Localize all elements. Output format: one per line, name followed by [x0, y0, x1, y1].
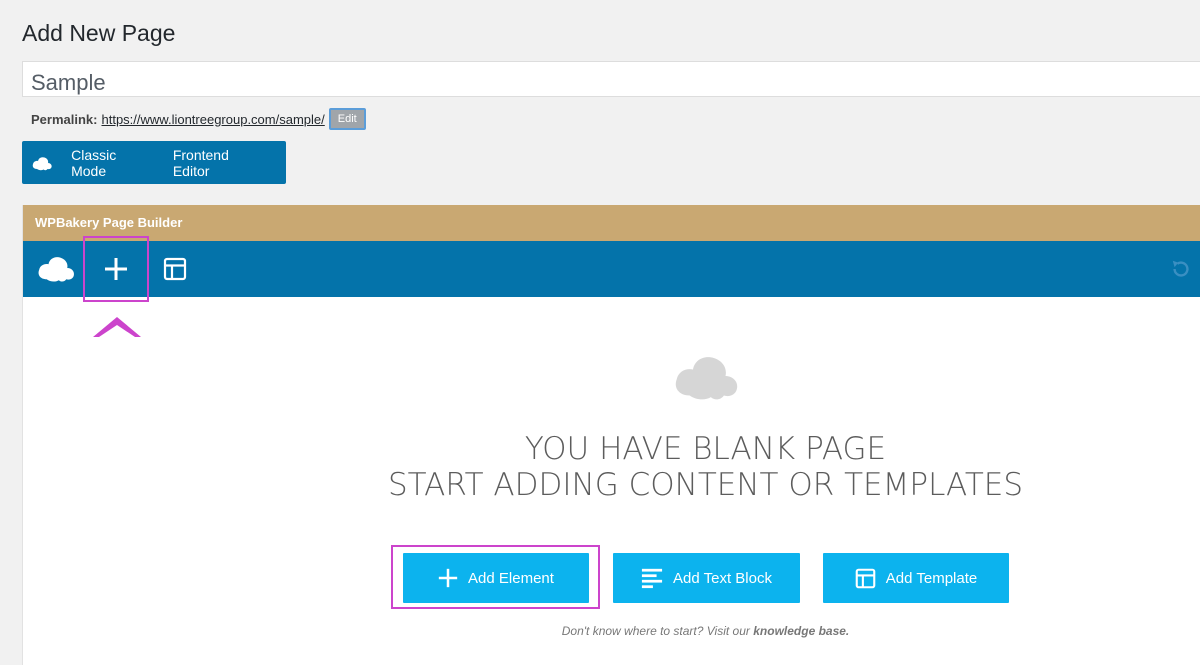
knowledge-base-link[interactable]: knowledge base. — [753, 624, 849, 638]
permalink-link[interactable]: https://www.liontreegroup.com/sample/ — [101, 112, 324, 127]
page-title: Add New Page — [22, 20, 176, 46]
permalink-label: Permalink: — [31, 111, 98, 127]
add-element-button[interactable]: Add Element — [403, 553, 589, 603]
align-left-icon — [641, 568, 663, 589]
editor-mode-bar: Classic Mode Frontend Editor — [22, 141, 286, 184]
toolbar-add-element-button[interactable] — [83, 236, 149, 302]
help-text: Don't know where to start? Visit our kno… — [23, 624, 1200, 638]
cloud-logo-icon — [38, 257, 74, 282]
plus-icon — [105, 258, 127, 280]
add-element-label: Add Element — [468, 569, 554, 587]
builder-header: WPBakery Page Builder — [23, 205, 1200, 241]
frontend-editor-button[interactable]: Frontend Editor — [173, 147, 261, 179]
builder-toolbar — [23, 236, 1200, 302]
blank-page-line-1: YOU HAVE BLANK PAGE — [524, 431, 887, 467]
page-builder-panel: WPBakery Page Builder YOU HAVE BLANK PAG… — [22, 205, 1200, 665]
add-text-block-button[interactable]: Add Text Block — [613, 553, 800, 603]
help-text-prefix: Don't know where to start? Visit our — [561, 624, 750, 638]
add-template-label: Add Template — [885, 569, 978, 587]
permalink-edit-button[interactable]: Edit — [328, 108, 366, 130]
add-text-block-label: Add Text Block — [673, 569, 772, 587]
undo-icon[interactable] — [1170, 258, 1192, 280]
blank-page-line-2: START ADDING CONTENT OR TEMPLATES — [387, 467, 1024, 503]
classic-mode-button[interactable]: Classic Mode — [71, 147, 148, 179]
up-arrow-icon — [93, 317, 141, 337]
blank-page-message: YOU HAVE BLANK PAGE START ADDING CONTENT… — [23, 431, 1200, 503]
plus-icon — [438, 568, 458, 588]
add-template-button[interactable]: Add Template — [823, 553, 1009, 603]
layout-template-icon[interactable] — [163, 257, 187, 281]
page-title-input[interactable] — [22, 61, 1200, 97]
layout-template-icon — [855, 568, 876, 588]
permalink-row: Permalink: https://www.liontreegroup.com… — [31, 108, 366, 130]
cloud-logo-icon — [675, 357, 738, 400]
cloud-logo-icon — [32, 156, 52, 170]
